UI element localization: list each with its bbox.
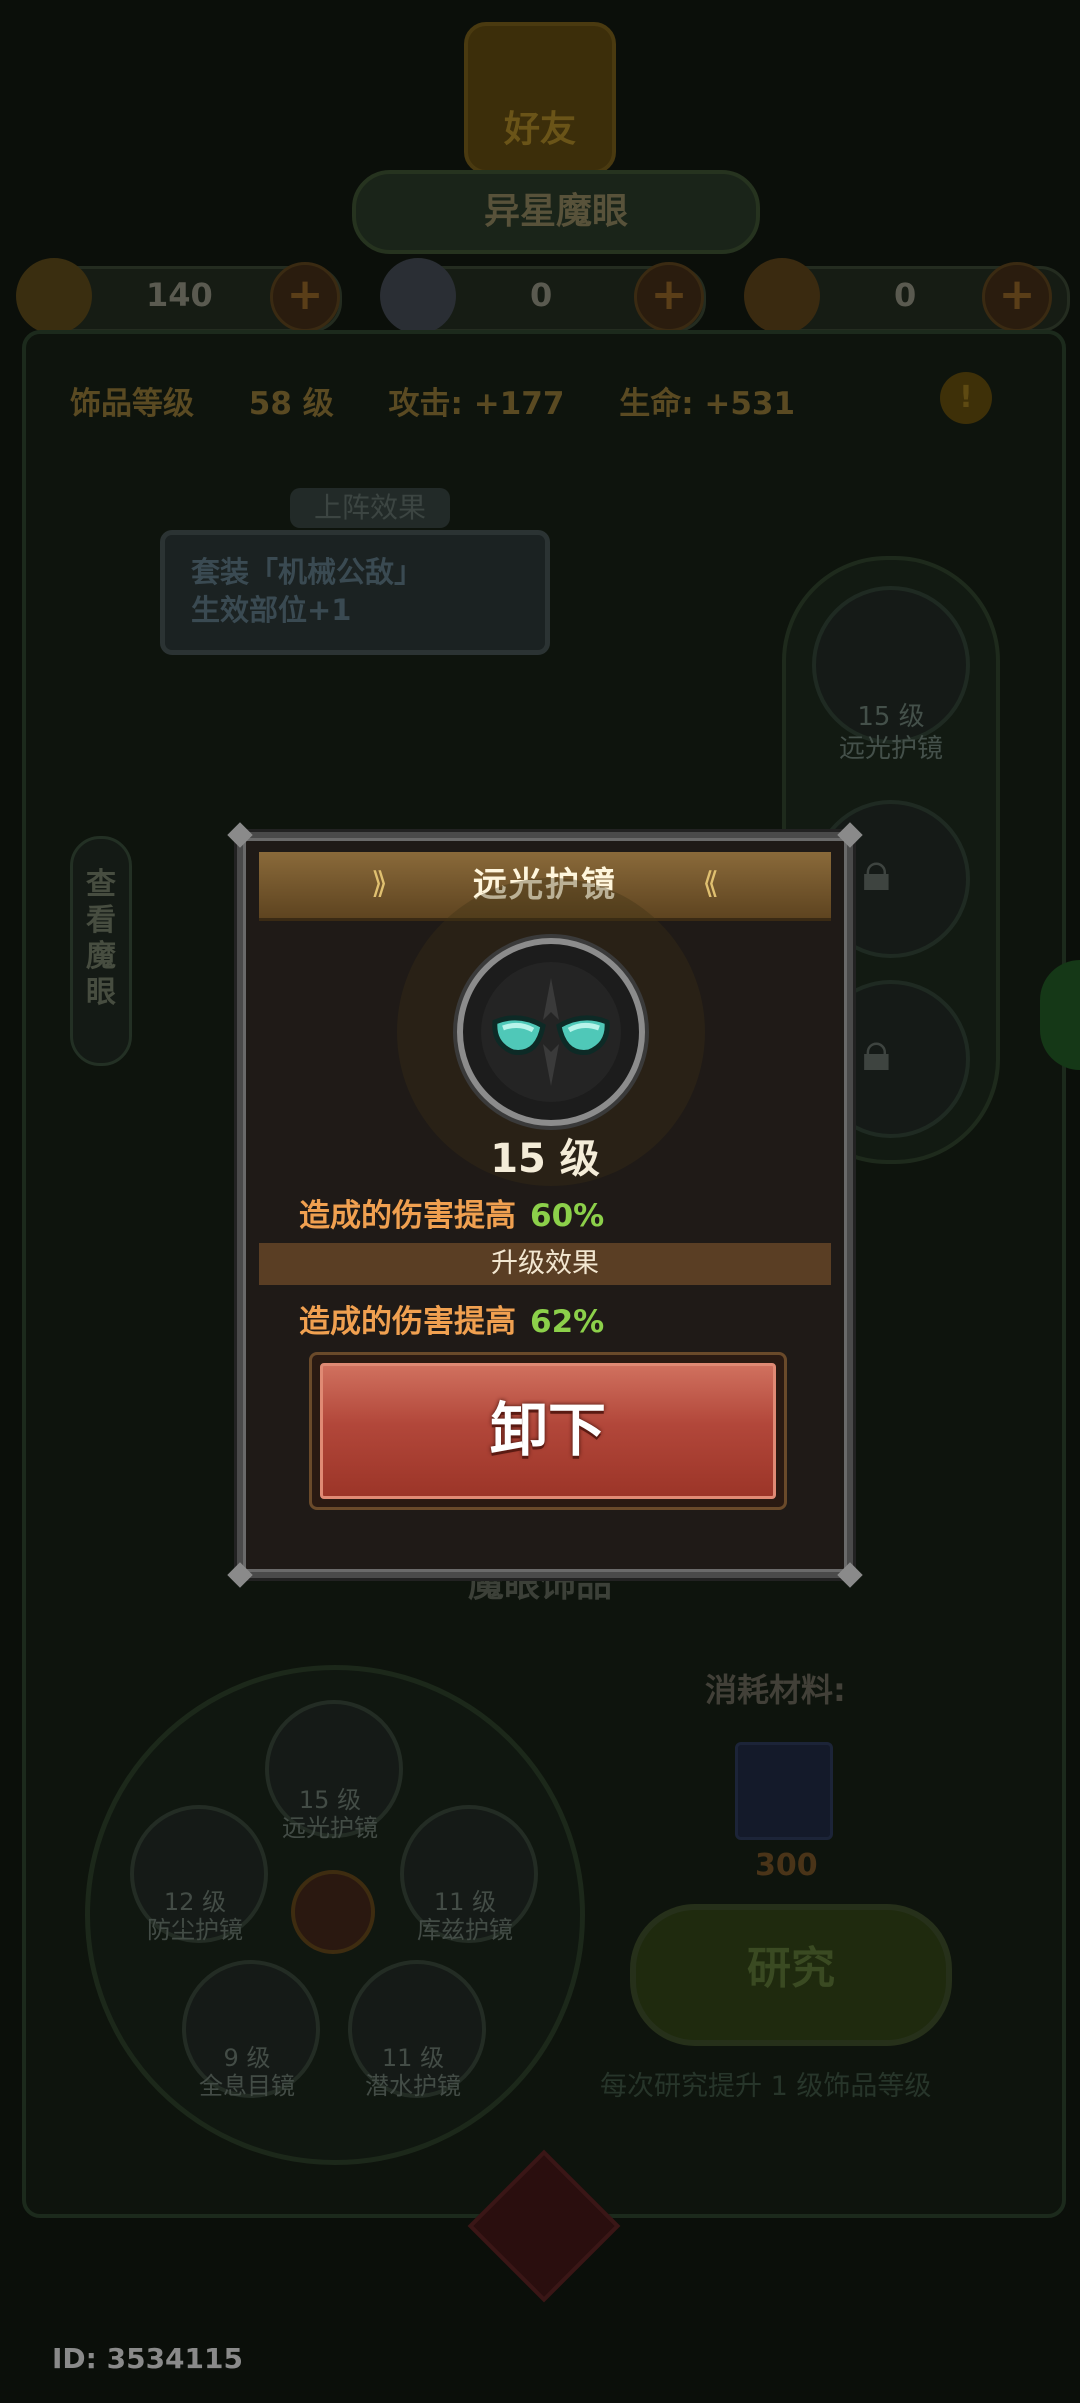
resource-value-silver: 0 xyxy=(530,276,553,314)
unequip-button[interactable]: 卸下 xyxy=(309,1352,787,1510)
item-detail-modal: ⟫ 远光护镜 ⟪ 15 级 造成的伤害提高 60% 升级效果 造成的伤害提高 62%… xyxy=(227,822,863,1588)
wheel-slot-1-name: 远光护镜 xyxy=(282,1814,378,1842)
deploy-effect-tag: 上阵效果 xyxy=(290,488,450,528)
resource-value-gold: 140 xyxy=(146,276,213,314)
current-effect-text: 造成的伤害提高 xyxy=(299,1198,516,1234)
view-eye-tab[interactable]: 查看魔眼 xyxy=(70,836,132,1066)
wheel-slot-4-name: 全息目镜 xyxy=(199,2072,295,2100)
level-value: 58 级 xyxy=(248,386,334,422)
gold-ore-icon xyxy=(16,258,92,334)
research-note: 每次研究提升 1 级饰品等级 xyxy=(600,2071,932,2102)
materials-label: 消耗材料: xyxy=(705,1671,846,1709)
deploy-effect-line1: 套装「机械公敌」 xyxy=(191,555,424,589)
add-silver-button[interactable]: + xyxy=(634,262,704,332)
info-icon[interactable]: ! xyxy=(940,372,992,424)
page-title: 异星魔眼 xyxy=(352,170,760,254)
eye-core-icon xyxy=(291,1870,375,1954)
modal-header: ⟫ 远光护镜 ⟪ xyxy=(259,852,831,921)
silver-ore-icon xyxy=(380,258,456,334)
resource-value-gem: 0 xyxy=(894,276,917,314)
item-icon-frame xyxy=(457,938,645,1126)
lock-icon: 🔒︎ xyxy=(862,1020,891,1083)
wheel-slot-5-level: 11 级 xyxy=(381,2044,445,2072)
current-effect-value: 60% xyxy=(530,1198,605,1234)
wheel-slot-2-level: 12 级 xyxy=(163,1888,227,1916)
hp-stat: 生命: +531 xyxy=(619,386,796,422)
add-gem-button[interactable]: + xyxy=(982,262,1052,332)
arrow-left-icon: ⟪ xyxy=(702,866,719,901)
wheel-slot-1-level: 15 级 xyxy=(298,1786,362,1814)
gem-ore-icon xyxy=(744,258,820,334)
resource-bar: 140 + 0 + 0 + xyxy=(16,258,1070,334)
lock-icon: 🔒︎ xyxy=(862,840,891,903)
next-effect: 造成的伤害提高 62% xyxy=(299,1296,604,1341)
wheel-slot-3-level: 11 级 xyxy=(433,1888,497,1916)
wheel-slot-3-name: 库兹护镜 xyxy=(417,1916,513,1944)
deploy-effect-line2: 生效部位+1 xyxy=(191,593,352,627)
modal-title: 远光护镜 xyxy=(473,865,617,905)
goggles-icon xyxy=(481,962,621,1102)
material-count: 300 xyxy=(755,1848,818,1883)
add-gold-button[interactable]: + xyxy=(270,262,340,332)
current-effect: 造成的伤害提高 60% xyxy=(299,1190,604,1235)
player-id: ID: 3534115 xyxy=(52,2342,243,2375)
upgrade-effect-label: 升级效果 xyxy=(259,1243,831,1285)
wheel-slot-5-name: 潜水护镜 xyxy=(365,2072,461,2100)
level-label: 饰品等级 xyxy=(70,386,194,422)
wheel-slot-2-name: 防尘护镜 xyxy=(147,1916,243,1944)
attack-stat: 攻击: +177 xyxy=(388,386,565,422)
wheel-slot-4-level: 9 级 xyxy=(223,2044,271,2072)
friends-button[interactable]: 好友 xyxy=(464,22,616,174)
friends-button-label: 好友 xyxy=(503,109,576,150)
material-slot[interactable] xyxy=(735,1742,833,1840)
unequip-button-label: 卸下 xyxy=(320,1363,776,1499)
deploy-effect-box: 套装「机械公敌」 生效部位+1 xyxy=(160,530,550,655)
next-effect-value: 62% xyxy=(530,1304,605,1340)
research-button[interactable]: 研究 xyxy=(630,1904,952,2046)
item-level: 15 级 xyxy=(490,1136,600,1182)
stats-bar: 饰品等级 58 级 攻击: +177 生命: +531 xyxy=(70,378,839,423)
next-effect-text: 造成的伤害提高 xyxy=(299,1304,516,1340)
slot1-name: 远光护镜 xyxy=(838,734,943,764)
arrow-right-icon: ⟫ xyxy=(371,866,388,901)
